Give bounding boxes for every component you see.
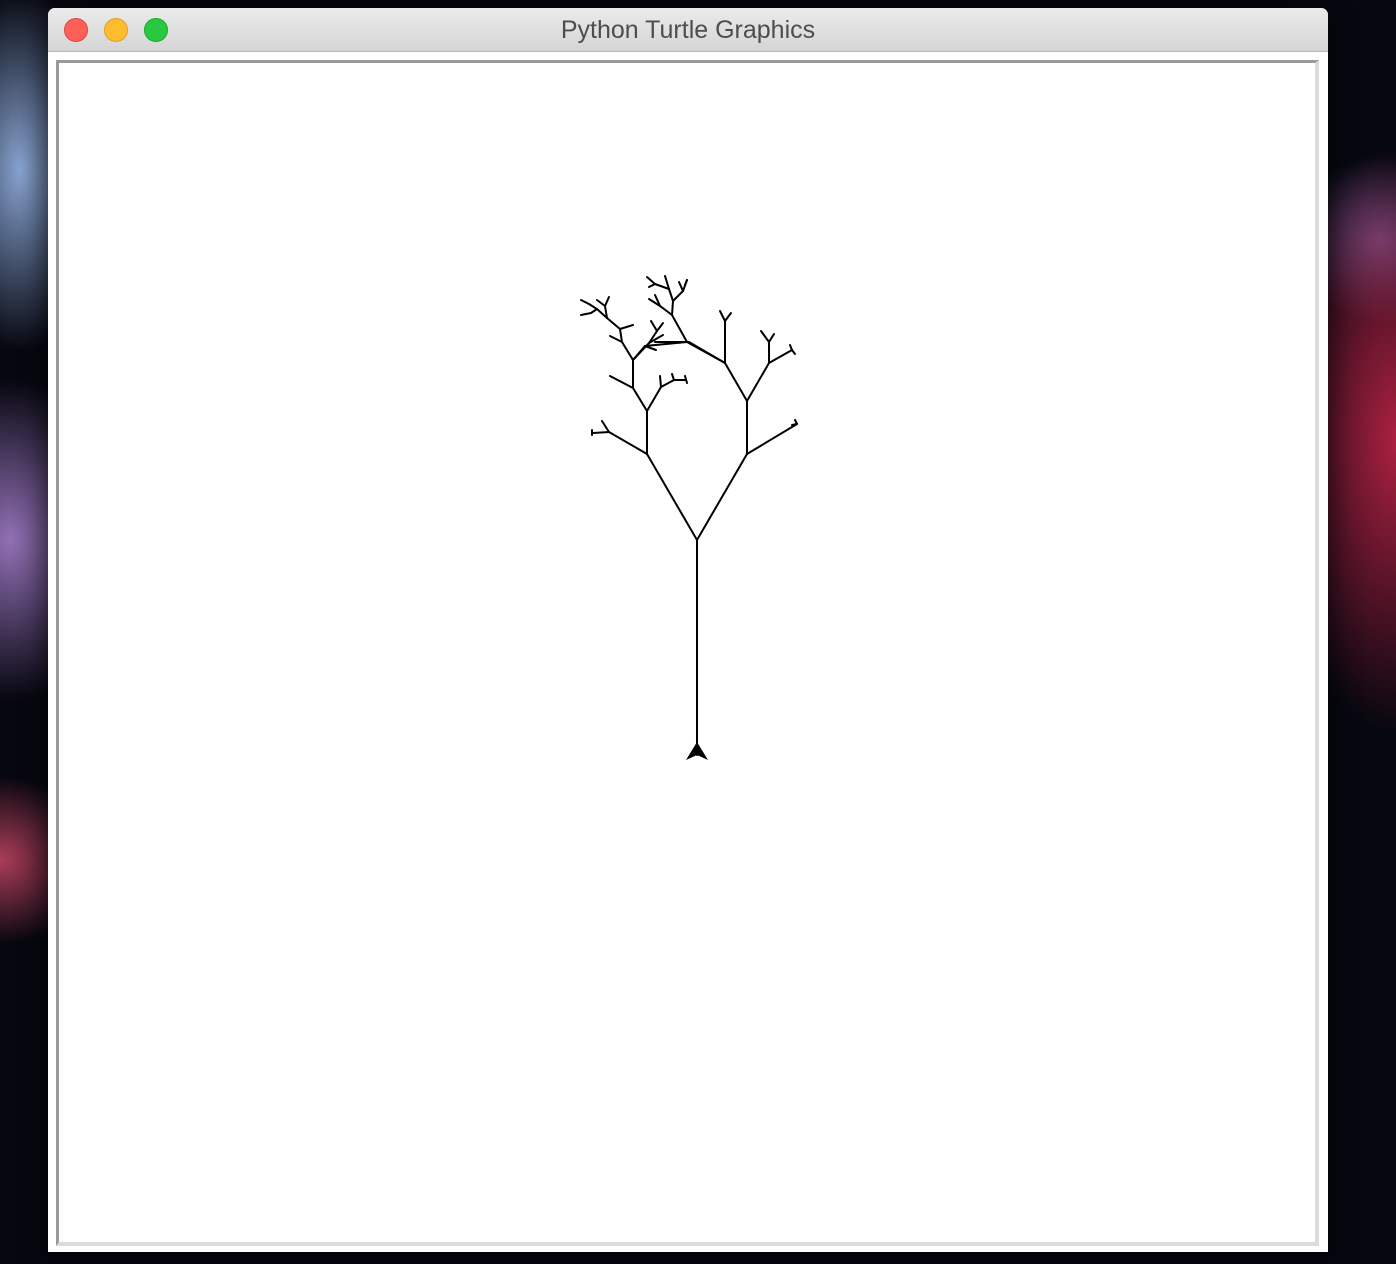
tree-branch [768, 349, 793, 364]
tree-branch [619, 324, 634, 330]
title-bar[interactable]: Python Turtle Graphics [48, 8, 1328, 52]
window-content [48, 52, 1328, 1252]
tree-branch-right [696, 453, 748, 541]
tree-branch [609, 335, 623, 343]
tree-branch [644, 345, 657, 351]
turtle-arrow-icon [686, 742, 708, 760]
tree-branch [746, 423, 798, 455]
tree-branch [760, 330, 770, 343]
tree-branch [672, 290, 684, 302]
tree-branch [671, 373, 675, 381]
tree-branch [632, 341, 688, 361]
tree-branch [601, 420, 610, 433]
tree-branch [604, 296, 610, 307]
tree-branch [791, 349, 796, 355]
tree-branch [609, 375, 634, 389]
fractal-tree [580, 275, 798, 756]
tree-branch [656, 322, 664, 332]
tree-branch [678, 281, 684, 292]
tree-branch [654, 341, 726, 364]
tree-branch [606, 317, 634, 361]
tree-branch [768, 333, 775, 343]
tree-branch [684, 375, 688, 384]
turtle-canvas[interactable] [59, 63, 1315, 1242]
tree-branch [648, 283, 656, 288]
turtle-canvas-frame [56, 60, 1319, 1246]
tree-branch-left [646, 453, 698, 541]
tree-branch [646, 379, 686, 412]
tree-branch [746, 341, 770, 402]
tree-branch [650, 320, 658, 332]
tree-branch [668, 288, 675, 316]
tree-branch [580, 299, 590, 305]
window-title: Python Turtle Graphics [560, 16, 816, 44]
tree-branch [632, 359, 648, 412]
turtle-window: Python Turtle Graphics [48, 8, 1328, 1252]
tree-branch [592, 430, 648, 455]
tree-branch [719, 310, 726, 322]
tree-branch [659, 375, 662, 388]
tree-branch [580, 308, 598, 316]
tree-branch [724, 320, 748, 402]
tree-branch [646, 276, 656, 285]
tree-branch [684, 279, 688, 286]
tree-branch [724, 312, 732, 322]
